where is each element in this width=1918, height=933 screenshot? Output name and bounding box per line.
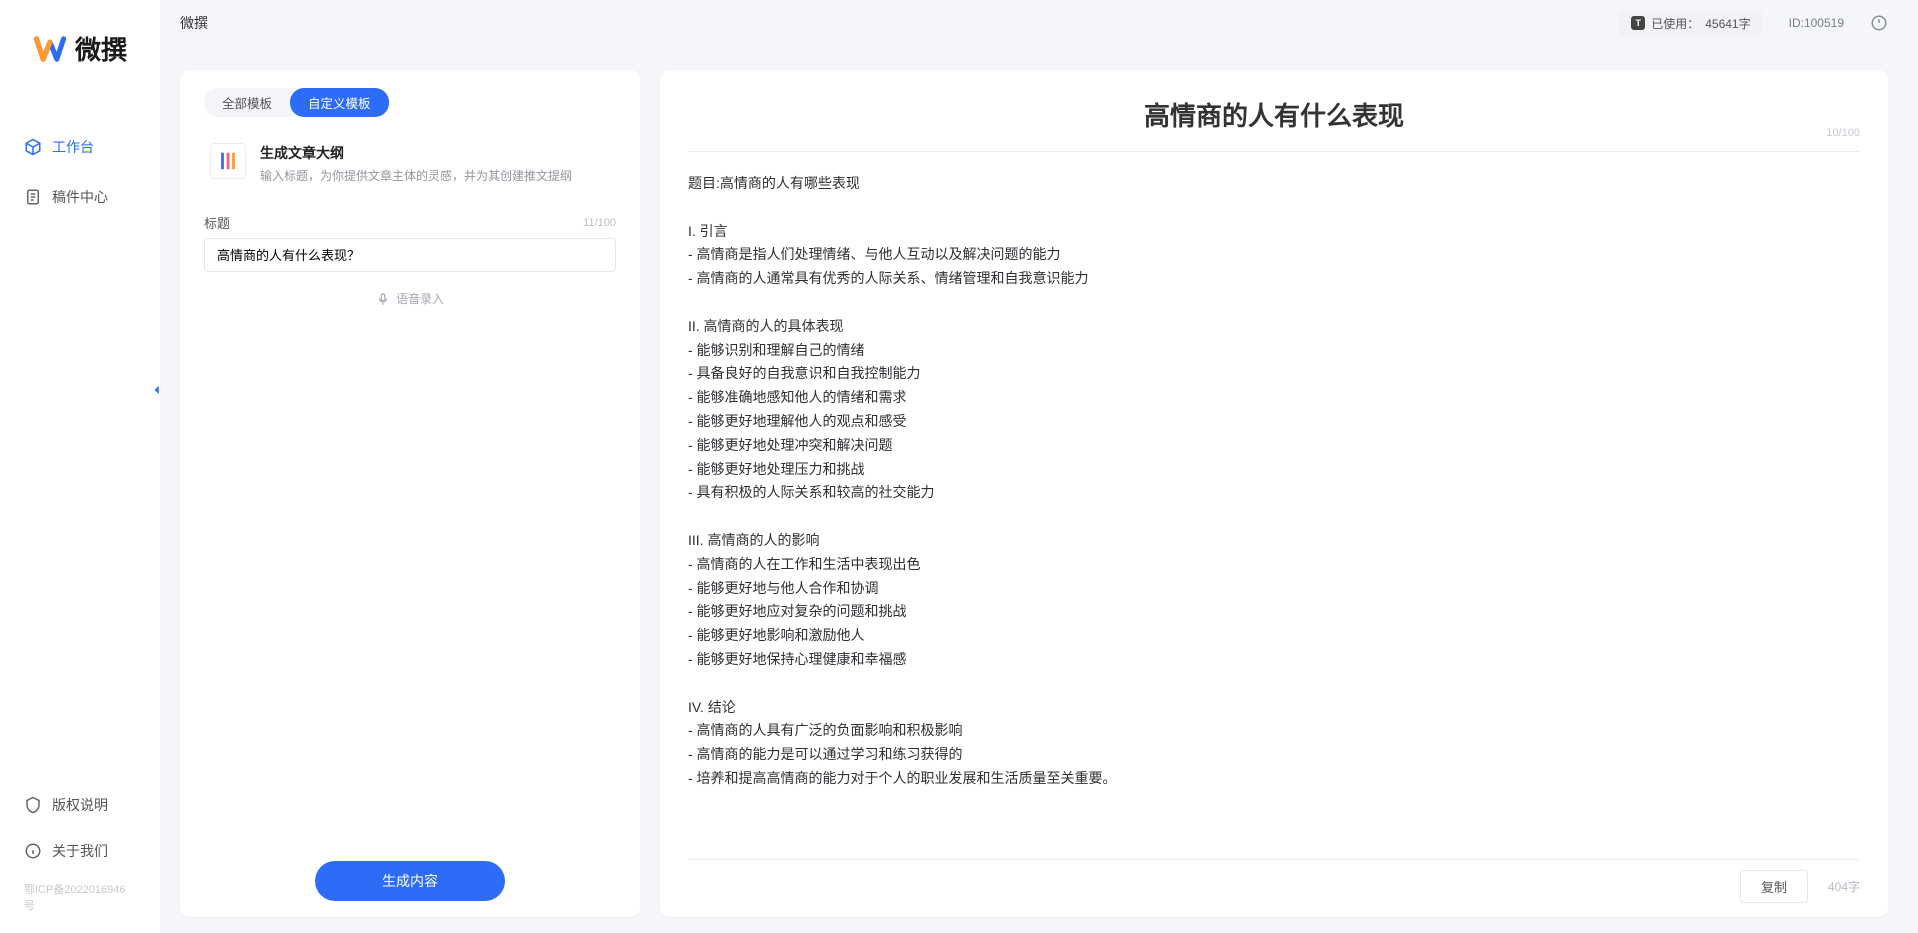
- nav-label: 工作台: [52, 137, 94, 157]
- tab-custom-template[interactable]: 自定义模板: [290, 88, 389, 117]
- template-tabs: 全部模板 自定义模板: [204, 88, 389, 117]
- template-icon: [210, 143, 246, 179]
- template-desc: 输入标题，为你提供文章主体的灵感，并为其创建推文提纲: [260, 167, 610, 185]
- title-input-wrap[interactable]: [204, 238, 616, 272]
- icp-text: 鄂ICP备2022016946号: [16, 877, 144, 923]
- user-id: ID:100519: [1789, 16, 1844, 30]
- copy-button[interactable]: 复制: [1740, 870, 1808, 903]
- shield-icon: [24, 796, 42, 814]
- voice-input-row[interactable]: 语音录入: [204, 290, 616, 307]
- field-label: 标题: [204, 213, 230, 232]
- sidebar: 微撰 工作台 稿件中心 版权说明 关于我们 鄂ICP备2022016946号: [0, 0, 160, 933]
- title-counter: 10/100: [1826, 127, 1860, 139]
- nav-label: 关于我们: [52, 841, 108, 861]
- page-title: 微撰: [180, 13, 208, 33]
- brand-text: 微撰: [75, 30, 127, 67]
- title-input[interactable]: [217, 247, 603, 262]
- result-title: 高情商的人有什么表现: [688, 96, 1860, 133]
- sidebar-collapse-handle[interactable]: [148, 378, 166, 402]
- template-card[interactable]: 生成文章大纲 输入标题，为你提供文章主体的灵感，并为其创建推文提纲: [204, 133, 616, 195]
- main: 全部模板 自定义模板 生成文章大纲 输入标题，为你提供文章主体的灵感，并为其创建…: [160, 46, 1918, 933]
- char-counter: 11/100: [583, 217, 616, 229]
- nav-drafts[interactable]: 稿件中心: [16, 177, 144, 217]
- nav-label: 版权说明: [52, 795, 108, 815]
- field-header: 标题 11/100: [204, 213, 616, 232]
- nav-about[interactable]: 关于我们: [16, 831, 144, 871]
- nav-copyright[interactable]: 版权说明: [16, 785, 144, 825]
- tab-all-templates[interactable]: 全部模板: [204, 88, 290, 117]
- document-icon: [24, 188, 42, 206]
- result-panel: 高情商的人有什么表现 10/100 题目:高情商的人有哪些表现 I. 引言 - …: [660, 70, 1888, 917]
- voice-label: 语音录入: [396, 290, 444, 307]
- input-panel: 全部模板 自定义模板 生成文章大纲 输入标题，为你提供文章主体的灵感，并为其创建…: [180, 70, 640, 917]
- logo-icon: [33, 32, 67, 66]
- text-counter-icon: T: [1631, 16, 1645, 30]
- topbar: 微撰 T 已使用： 45641字 ID:100519: [160, 0, 1918, 46]
- result-body[interactable]: 题目:高情商的人有哪些表现 I. 引言 - 高情商是指人们处理情绪、与他人互动以…: [688, 172, 1860, 851]
- template-meta: 生成文章大纲 输入标题，为你提供文章主体的灵感，并为其创建推文提纲: [260, 143, 610, 185]
- result-footer: 复制 404字: [688, 859, 1860, 903]
- nav-label: 稿件中心: [52, 187, 108, 207]
- template-title: 生成文章大纲: [260, 143, 610, 163]
- generate-button[interactable]: 生成内容: [315, 861, 505, 901]
- nav: 工作台 稿件中心: [0, 127, 160, 785]
- info-icon: [24, 842, 42, 860]
- cube-icon: [24, 138, 42, 156]
- divider: [688, 151, 1860, 152]
- power-icon[interactable]: [1870, 14, 1888, 32]
- usage-prefix: 已使用：: [1651, 15, 1699, 32]
- word-count: 404字: [1828, 878, 1860, 895]
- usage-value: 45641字: [1705, 15, 1750, 32]
- sidebar-bottom: 版权说明 关于我们 鄂ICP备2022016946号: [0, 785, 160, 933]
- topbar-right: T 已使用： 45641字 ID:100519: [1619, 11, 1888, 36]
- usage-badge[interactable]: T 已使用： 45641字: [1619, 11, 1762, 36]
- brand-logo: 微撰: [0, 30, 160, 67]
- mic-icon: [376, 292, 390, 306]
- result-header: 高情商的人有什么表现 10/100: [688, 96, 1860, 133]
- nav-workbench[interactable]: 工作台: [16, 127, 144, 167]
